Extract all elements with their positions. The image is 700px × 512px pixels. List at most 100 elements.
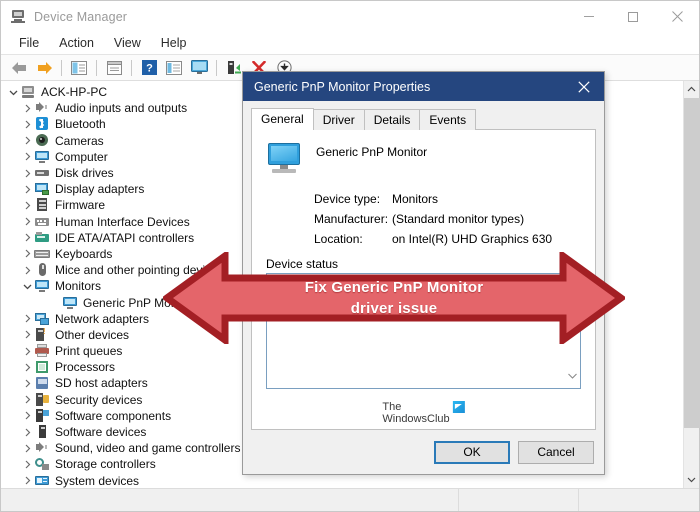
maximize-button[interactable] xyxy=(611,1,655,32)
device-status-text xyxy=(267,274,580,282)
scrollbar-thumb[interactable] xyxy=(683,98,700,428)
chevron-right-icon[interactable] xyxy=(21,201,34,210)
status-scroll-down-button[interactable] xyxy=(567,368,578,386)
dialog-button-row: OK Cancel xyxy=(243,430,604,474)
chevron-down-icon[interactable] xyxy=(21,282,34,291)
tree-item-label: Bluetooth xyxy=(55,117,106,132)
tree-item-label: Monitors xyxy=(55,279,102,294)
properties-icon xyxy=(106,60,122,75)
chevron-right-icon[interactable] xyxy=(21,395,34,404)
watermark-text: The WindowsClub xyxy=(382,401,449,425)
tree-item-label: Audio inputs and outputs xyxy=(55,101,188,116)
tree-item-label: Display adapters xyxy=(55,182,145,197)
device-status-label: Device status xyxy=(266,257,339,271)
right-arrow-icon xyxy=(37,61,52,74)
watermark-line-1: The xyxy=(382,401,402,413)
tab-driver[interactable]: Driver xyxy=(312,109,365,130)
scrollbar-track[interactable] xyxy=(683,98,700,471)
chevron-right-icon[interactable] xyxy=(21,120,34,129)
chevron-up-icon xyxy=(687,86,696,92)
close-button[interactable] xyxy=(655,1,699,32)
storage-controller-icon xyxy=(34,456,50,472)
chevron-right-icon[interactable] xyxy=(21,379,34,388)
chevron-right-icon[interactable] xyxy=(21,460,34,469)
dialog-close-button[interactable] xyxy=(564,72,604,101)
monitor-icon xyxy=(268,143,302,175)
chevron-right-icon[interactable] xyxy=(21,266,34,275)
tree-item-label: Generic PnP Monitor xyxy=(83,295,195,310)
vertical-scrollbar[interactable] xyxy=(683,81,700,488)
disk-drive-icon xyxy=(34,165,50,181)
chevron-right-icon[interactable] xyxy=(21,411,34,420)
chevron-right-icon[interactable] xyxy=(21,185,34,194)
minimize-icon xyxy=(584,16,594,17)
chevron-right-icon[interactable] xyxy=(21,136,34,145)
tab-events[interactable]: Events xyxy=(419,109,477,130)
tab-general[interactable]: General xyxy=(251,108,314,130)
ide-controller-icon xyxy=(34,230,50,246)
property-row: Manufacturer: (Standard monitor types) xyxy=(314,209,581,229)
chevron-right-icon[interactable] xyxy=(21,347,34,356)
action-pane-icon xyxy=(166,60,182,75)
chevron-down-icon[interactable] xyxy=(7,88,20,97)
chevron-right-icon[interactable] xyxy=(21,152,34,161)
help-question-icon: ? xyxy=(141,60,157,75)
tree-item-label: Other devices xyxy=(55,327,130,342)
network-adapter-icon xyxy=(34,311,50,327)
show-hide-action-pane-button[interactable] xyxy=(162,57,186,79)
chevron-right-icon[interactable] xyxy=(21,314,34,323)
sd-card-icon xyxy=(34,375,50,391)
windowsclub-logo-icon xyxy=(452,401,465,413)
help-button[interactable]: ? xyxy=(137,57,161,79)
scroll-down-button[interactable] xyxy=(684,471,700,488)
chevron-right-icon[interactable] xyxy=(21,233,34,242)
chevron-right-icon[interactable] xyxy=(21,476,34,485)
chevron-right-icon[interactable] xyxy=(21,104,34,113)
menu-view[interactable]: View xyxy=(104,34,151,52)
separator-3 xyxy=(131,59,132,76)
chevron-down-icon xyxy=(687,477,696,483)
dialog-title-bar: Generic PnP Monitor Properties xyxy=(243,72,604,101)
status-pane-1 xyxy=(1,489,459,511)
tree-item-label: Keyboards xyxy=(55,246,113,261)
show-hide-console-tree-button[interactable] xyxy=(67,57,91,79)
chevron-right-icon[interactable] xyxy=(21,217,34,226)
status-pane-2 xyxy=(459,489,579,511)
close-icon xyxy=(671,11,683,22)
hid-icon xyxy=(34,214,50,230)
tree-item-label: Cameras xyxy=(55,133,104,148)
chevron-right-icon[interactable] xyxy=(21,363,34,372)
ok-button[interactable]: OK xyxy=(434,440,510,464)
tree-item-label: Disk drives xyxy=(55,166,114,181)
display-icon-button[interactable] xyxy=(187,57,211,79)
security-device-icon xyxy=(34,392,50,408)
chevron-right-icon[interactable] xyxy=(21,444,34,453)
tree-item-label: Security devices xyxy=(55,392,143,407)
minimize-button[interactable] xyxy=(567,1,611,32)
left-arrow-icon xyxy=(11,61,26,74)
monitor-icon xyxy=(34,278,50,294)
chevron-right-icon[interactable] xyxy=(21,428,34,437)
firmware-chip-icon xyxy=(34,197,50,213)
tree-item-label: Network adapters xyxy=(55,311,150,326)
tab-details[interactable]: Details xyxy=(363,109,421,130)
tree-item-label: Computer xyxy=(55,149,108,164)
tree-item-label: System devices xyxy=(55,473,140,488)
cancel-button[interactable]: Cancel xyxy=(518,440,594,464)
menu-help[interactable]: Help xyxy=(151,34,197,52)
maximize-icon xyxy=(628,11,638,22)
monitor-icon xyxy=(34,149,50,165)
scroll-up-button[interactable] xyxy=(684,81,700,98)
properties-button[interactable] xyxy=(102,57,126,79)
device-status-box[interactable] xyxy=(266,273,581,389)
chevron-right-icon[interactable] xyxy=(21,249,34,258)
svg-text:?: ? xyxy=(146,63,153,75)
menu-action[interactable]: Action xyxy=(49,34,104,52)
forward-button[interactable] xyxy=(32,57,56,79)
menu-file[interactable]: File xyxy=(9,34,49,52)
chevron-right-icon[interactable] xyxy=(21,169,34,178)
back-button[interactable] xyxy=(7,57,31,79)
close-icon xyxy=(578,80,590,93)
chevron-right-icon[interactable] xyxy=(21,330,34,339)
dialog-body: General Driver Details Events Generic Pn… xyxy=(243,101,604,430)
